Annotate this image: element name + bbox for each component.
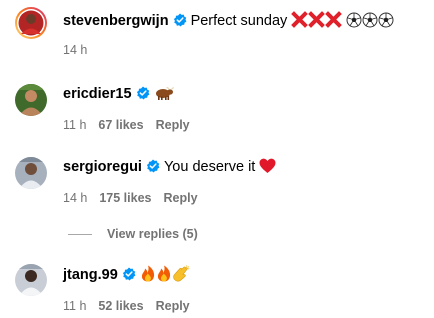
caption-time: 14 h [63, 43, 88, 57]
clapping-hands-icon [172, 265, 190, 287]
author-avatar[interactable] [14, 6, 48, 40]
likes-count[interactable]: 52 likes [98, 299, 143, 313]
cross-mark-icon [308, 11, 326, 33]
view-replies-label: View replies (5) [107, 227, 198, 241]
caption: stevenbergwijn Perfect sunday 14 h [0, 0, 434, 60]
verified-badge-icon [146, 159, 160, 178]
comment-username[interactable]: jtang.99 [63, 267, 118, 283]
caption-line: stevenbergwijn Perfect sunday [63, 11, 394, 33]
caption-meta: 14 h [63, 42, 99, 58]
commenter-avatar[interactable] [15, 157, 47, 189]
avatar-image [15, 84, 47, 116]
comment-meta: 11 h 52 likes Reply [63, 298, 202, 314]
reply-button[interactable]: Reply [156, 299, 190, 313]
verified-badge-icon [122, 267, 136, 286]
avatar-image [15, 264, 47, 296]
comment-meta: 11 h 67 likes Reply [63, 117, 202, 133]
cross-mark-icon [291, 11, 309, 33]
author-username[interactable]: stevenbergwijn [63, 13, 169, 29]
comment-username[interactable]: sergioregui [63, 159, 142, 175]
comment-time: 14 h [63, 191, 88, 205]
red-heart-icon [259, 158, 276, 179]
verified-badge-icon [136, 86, 150, 105]
comment-item: jtang.99 11 h 52 likes Reply [0, 256, 434, 318]
soccer-ball-icon [362, 12, 378, 33]
commenter-avatar[interactable] [15, 264, 47, 296]
soccer-ball-icon [378, 12, 394, 33]
comment-text: You deserve it [163, 159, 256, 175]
caption-text: Perfect sunday [190, 13, 288, 29]
fire-icon [156, 265, 172, 287]
avatar-image [15, 157, 47, 189]
story-ring-icon [15, 7, 47, 39]
verified-badge-icon [173, 13, 187, 32]
reply-button[interactable]: Reply [163, 191, 197, 205]
comment-item: ericdier15 11 h 67 likes Reply [0, 80, 434, 140]
cross-mark-icon [325, 11, 343, 33]
comment-line: sergioregui You deserve it [63, 158, 276, 179]
comment-time: 11 h [63, 118, 87, 132]
comment-meta: 14 h 175 likes Reply [63, 190, 210, 206]
comment-username[interactable]: ericdier15 [63, 86, 132, 102]
likes-count[interactable]: 67 likes [98, 118, 143, 132]
comment-item: sergioregui You deserve it 14 h 175 likes R… [0, 152, 434, 212]
likes-count[interactable]: 175 likes [99, 191, 151, 205]
ox-icon [154, 85, 174, 106]
soccer-ball-icon [346, 12, 362, 33]
comment-line: jtang.99 [63, 265, 190, 287]
view-replies-button[interactable]: View replies (5) [68, 226, 198, 242]
fire-icon [140, 265, 156, 287]
replies-divider [68, 234, 92, 236]
commenter-avatar[interactable] [15, 84, 47, 116]
comment-time: 11 h [63, 299, 87, 313]
reply-button[interactable]: Reply [156, 118, 190, 132]
comment-line: ericdier15 [63, 85, 174, 106]
